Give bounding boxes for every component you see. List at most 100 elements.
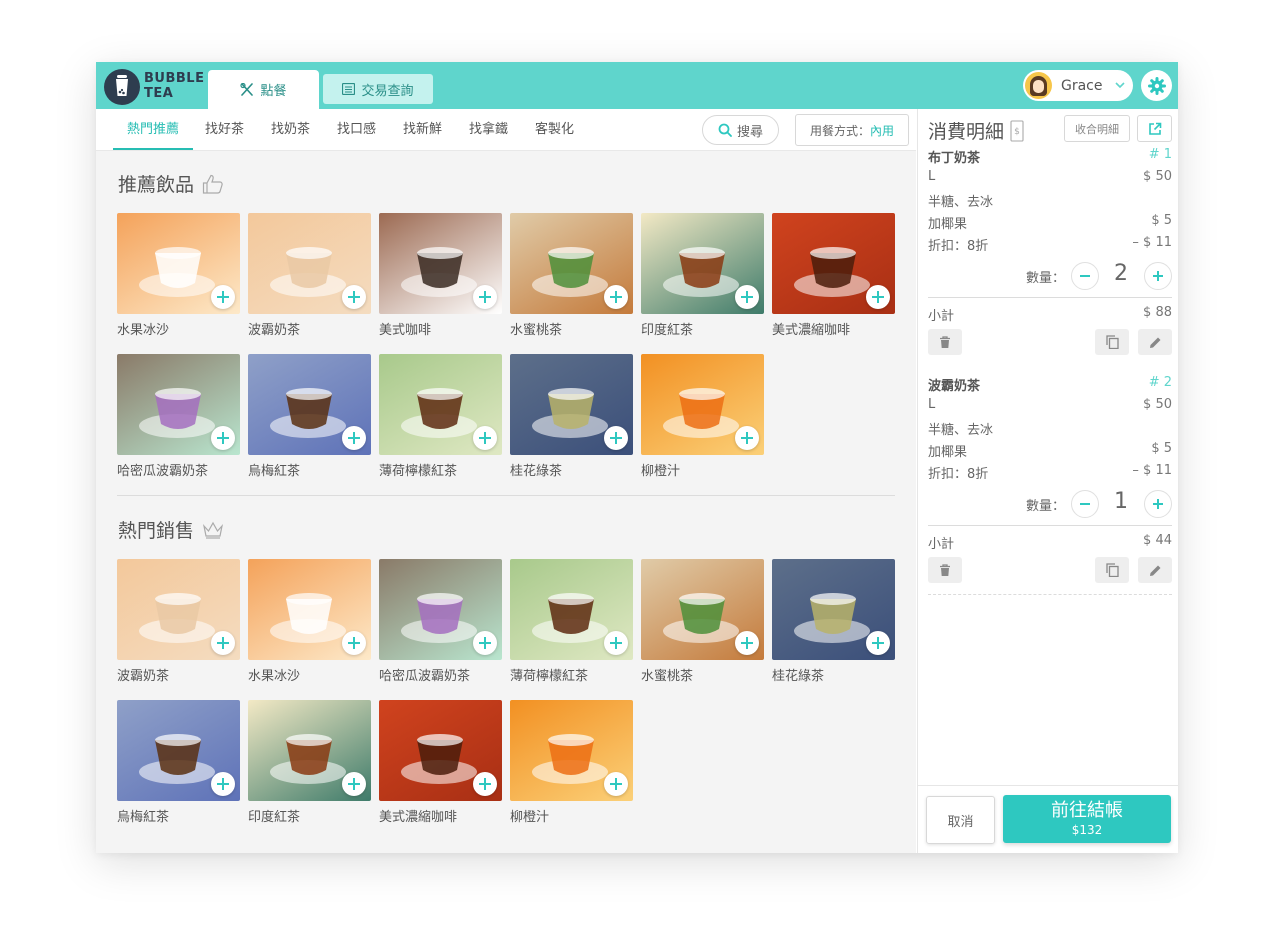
copy-icon [1105,563,1119,577]
drink-card[interactable]: 美式濃縮咖啡 [772,213,895,338]
cancel-button[interactable]: 取消 [926,796,995,844]
add-to-order-button[interactable] [211,772,235,796]
quantity-value: 1 [1114,489,1128,514]
add-to-order-button[interactable] [211,631,235,655]
drink-image [379,213,502,314]
nav-item-milk-tea[interactable]: 找奶茶 [271,109,310,150]
bubble-tea-logo-icon [104,69,140,105]
add-to-order-button[interactable] [473,631,497,655]
nav-item-good-tea[interactable]: 找好茶 [205,109,244,150]
plus-icon [479,637,491,649]
add-to-order-button[interactable] [604,285,628,309]
add-to-order-button[interactable] [473,772,497,796]
drink-card[interactable]: 美式咖啡 [379,213,502,338]
drink-card[interactable]: 哈密瓜波霸奶茶 [379,559,502,684]
search-button[interactable]: 搜尋 [702,115,779,145]
drink-card[interactable]: 波霸奶茶 [117,559,240,684]
user-menu[interactable]: Grace [1023,70,1133,101]
plus-icon [479,432,491,444]
nav-item-latte[interactable]: 找拿鐵 [469,109,508,150]
duplicate-button[interactable] [1095,557,1129,583]
add-to-order-button[interactable] [211,285,235,309]
nav-item-custom[interactable]: 客製化 [535,109,574,150]
copy-icon [1105,335,1119,349]
checkout-button[interactable]: 前往結帳 $132 [1003,795,1171,843]
drink-image [379,354,502,455]
add-to-order-button[interactable] [866,631,890,655]
drink-card[interactable]: 哈密瓜波霸奶茶 [117,354,240,479]
drink-image [248,354,371,455]
drink-card[interactable]: 印度紅茶 [641,213,764,338]
nav-item-fresh[interactable]: 找新鮮 [403,109,442,150]
drink-card[interactable]: 薄荷檸檬紅茶 [379,354,502,479]
plus-icon [217,637,229,649]
export-button[interactable] [1137,115,1172,142]
drink-card[interactable]: 印度紅茶 [248,700,371,825]
add-to-order-button[interactable] [604,772,628,796]
decrease-quantity-button[interactable] [1071,262,1099,290]
add-to-order-button[interactable] [342,631,366,655]
add-to-order-button[interactable] [604,426,628,450]
drink-card[interactable]: 薄荷檸檬紅茶 [510,559,633,684]
drink-image [117,354,240,455]
drink-image [248,700,371,801]
drink-card[interactable]: 美式濃縮咖啡 [379,700,502,825]
drink-card[interactable]: 柳橙汁 [510,700,633,825]
dine-mode-select[interactable]: 用餐方式： 內用 [795,114,909,146]
add-to-order-button[interactable] [473,426,497,450]
drink-card[interactable]: 水蜜桃茶 [510,213,633,338]
increase-quantity-button[interactable] [1144,490,1172,518]
tab-query-label: 交易查詢 [361,83,414,99]
delete-button[interactable] [928,557,962,583]
divider [928,525,1172,526]
settings-button[interactable] [1141,70,1172,101]
tab-transaction-query[interactable]: 交易查詢 [323,74,433,104]
drink-name: 柳橙汁 [510,810,550,825]
search-icon [718,123,732,137]
add-to-order-button[interactable] [735,285,759,309]
add-to-order-button[interactable] [342,285,366,309]
utensils-icon [240,82,254,97]
drink-card[interactable]: 柳橙汁 [641,354,764,479]
drink-card[interactable]: 水果冰沙 [117,213,240,338]
drink-name: 烏梅紅茶 [248,464,301,479]
drink-card[interactable]: 桂花綠茶 [510,354,633,479]
edit-button[interactable] [1138,557,1172,583]
collapse-detail-button[interactable]: 收合明細 [1064,115,1130,142]
plus-icon [872,291,884,303]
edit-button[interactable] [1138,329,1172,355]
order-item-addon: 加椰果 [928,445,968,460]
add-to-order-button[interactable] [604,631,628,655]
add-to-order-button[interactable] [211,426,235,450]
drink-name: 美式咖啡 [379,323,432,338]
drink-card[interactable]: 水蜜桃茶 [641,559,764,684]
add-to-order-button[interactable] [735,631,759,655]
drink-card[interactable]: 波霸奶茶 [248,213,371,338]
drink-name: 哈密瓜波霸奶茶 [379,669,471,684]
drink-card[interactable]: 水果冰沙 [248,559,371,684]
nav-item-texture[interactable]: 找口感 [337,109,376,150]
pencil-icon [1149,337,1160,348]
drink-name: 哈密瓜波霸奶茶 [117,464,209,479]
drink-image [510,213,633,314]
drink-card[interactable]: 烏梅紅茶 [117,700,240,825]
nav-item-popular[interactable]: 熱門推薦 [113,109,193,150]
decrease-quantity-button[interactable] [1071,490,1099,518]
order-item-size: L [928,397,936,412]
order-item-discount-price: – $ 11 [1132,235,1172,250]
plus-icon [610,432,622,444]
delete-button[interactable] [928,329,962,355]
add-to-order-button[interactable] [866,285,890,309]
increase-quantity-button[interactable] [1144,262,1172,290]
drink-card[interactable]: 桂花綠茶 [772,559,895,684]
duplicate-button[interactable] [1095,329,1129,355]
section-title-text: 推薦飲品 [118,174,195,196]
drink-card[interactable]: 烏梅紅茶 [248,354,371,479]
add-to-order-button[interactable] [342,426,366,450]
drink-name: 印度紅茶 [641,323,694,338]
tab-order[interactable]: 點餐 [208,70,319,109]
add-to-order-button[interactable] [473,285,497,309]
order-item-options: 半糖、去冰 [928,195,994,210]
add-to-order-button[interactable] [342,772,366,796]
add-to-order-button[interactable] [735,426,759,450]
